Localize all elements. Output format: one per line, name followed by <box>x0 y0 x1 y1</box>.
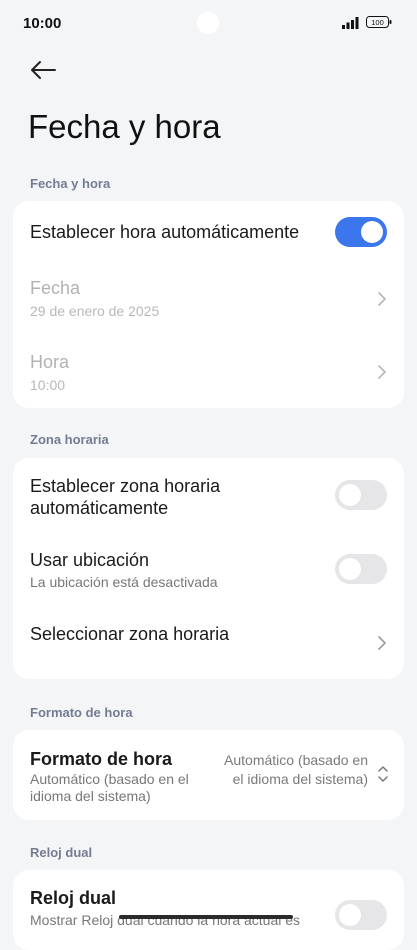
date-title: Fecha <box>30 278 81 298</box>
home-indicator[interactable] <box>119 915 293 919</box>
auto-time-title: Establecer hora automáticamente <box>30 222 300 242</box>
time-format-card: Formato de hora Automático (basado en el… <box>13 730 404 820</box>
toggle-knob <box>339 558 361 580</box>
select-zone-row[interactable]: Seleccionar zona horaria <box>13 606 404 679</box>
battery-level: 100 <box>371 18 384 27</box>
time-format-title: Formato de hora <box>30 749 173 769</box>
use-location-toggle[interactable] <box>335 554 387 584</box>
dual-clock-toggle[interactable] <box>335 900 387 930</box>
time-title: Hora <box>30 352 70 372</box>
date-value: 29 de enero de 2025 <box>30 303 160 319</box>
time-row[interactable]: Hora 10:00 <box>13 337 404 408</box>
date-row[interactable]: Fecha 29 de enero de 2025 <box>13 263 404 335</box>
signal-icon <box>342 17 359 29</box>
use-location-title: Usar ubicación <box>30 550 150 570</box>
chevron-right-icon <box>378 292 386 306</box>
auto-time-row[interactable]: Establecer hora automáticamente <box>13 201 404 263</box>
time-format-value: Automático (basado en el idioma del sist… <box>224 752 368 787</box>
auto-zone-row[interactable]: Establecer zona horaria automáticamente <box>13 458 404 536</box>
chevron-right-icon <box>378 365 386 379</box>
dual-clock-row[interactable]: Reloj dual Mostrar Reloj dual cuando la … <box>13 870 404 950</box>
use-location-subtitle: La ubicación está desactivada <box>30 574 218 590</box>
time-value: 10:00 <box>30 377 66 393</box>
page-title: Fecha y hora <box>28 108 221 145</box>
auto-zone-title: Establecer zona horaria automáticamente <box>30 476 221 518</box>
camera-cutout <box>197 12 219 34</box>
date-time-card: Establecer hora automáticamente Fecha 29… <box>13 201 404 408</box>
toggle-knob <box>339 904 361 926</box>
time-format-subtitle: Automático (basado en el idioma del sist… <box>30 771 189 804</box>
section-label-time-format: Formato de hora <box>30 705 133 720</box>
chevron-right-icon <box>378 636 386 650</box>
dual-clock-card: Reloj dual Mostrar Reloj dual cuando la … <box>13 870 404 950</box>
toggle-knob <box>361 221 383 243</box>
status-time: 10:00 <box>23 15 62 32</box>
chevron-up-down-icon <box>378 766 388 782</box>
battery-icon: 100 <box>366 16 392 28</box>
section-label-dual-clock: Reloj dual <box>30 845 93 860</box>
time-zone-card: Establecer zona horaria automáticamente … <box>13 458 404 679</box>
use-location-row[interactable]: Usar ubicación La ubicación está desacti… <box>13 536 404 606</box>
toggle-knob <box>339 484 361 506</box>
auto-zone-toggle[interactable] <box>335 480 387 510</box>
time-format-row[interactable]: Formato de hora Automático (basado en el… <box>13 730 404 820</box>
section-label-date-time: Fecha y hora <box>30 176 111 191</box>
section-label-time-zone: Zona horaria <box>30 432 109 447</box>
select-zone-title: Seleccionar zona horaria <box>30 624 230 644</box>
dual-clock-title: Reloj dual <box>30 888 117 908</box>
status-bar: 10:00 100 <box>0 0 417 48</box>
back-arrow-icon[interactable] <box>28 57 58 83</box>
auto-time-toggle[interactable] <box>335 217 387 247</box>
